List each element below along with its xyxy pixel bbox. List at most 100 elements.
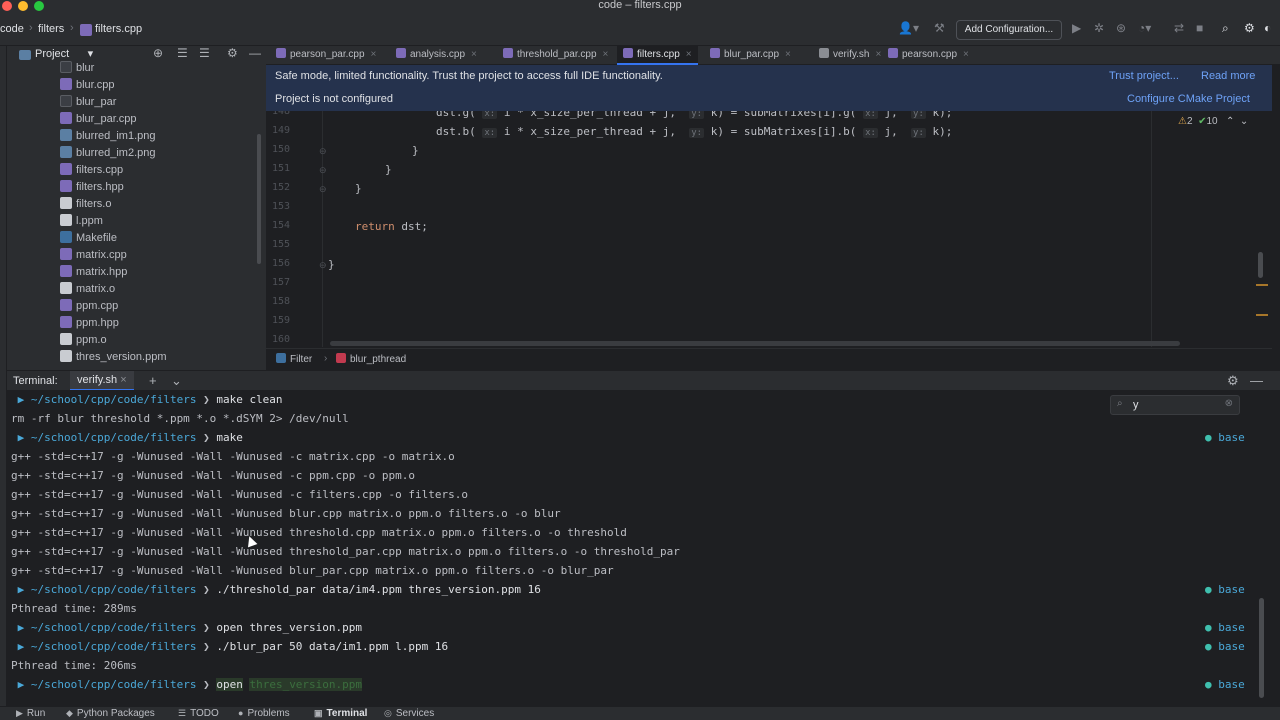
editor-vertical-scrollbar[interactable] xyxy=(1258,252,1263,278)
tool-window-icon: ◆ xyxy=(66,708,73,718)
error-stripe-marker[interactable] xyxy=(1256,314,1268,316)
fold-marker-icon[interactable]: ⊖ xyxy=(319,184,327,195)
close-tab-icon[interactable]: × xyxy=(371,49,377,60)
gear-icon[interactable]: ⚙ xyxy=(1227,373,1239,389)
file-tree-item[interactable]: filters.cpp xyxy=(60,163,123,180)
fold-marker-icon[interactable]: ⊖ xyxy=(319,260,327,271)
search-icon[interactable]: ⌕ xyxy=(1222,21,1229,36)
configure-cmake-link[interactable]: Configure CMake Project xyxy=(1127,93,1250,105)
breadcrumb-folder[interactable]: filters xyxy=(38,23,64,35)
add-configuration-button[interactable]: Add Configuration... xyxy=(956,20,1062,40)
tool-window-services[interactable]: ◎ Services xyxy=(384,708,434,719)
tool-window-todo[interactable]: ☰ TODO xyxy=(178,708,219,719)
file-tree-item[interactable]: matrix.o xyxy=(60,282,115,299)
structure-crumb-class[interactable]: Filter xyxy=(276,353,312,365)
assistant-icon[interactable]: ◐ xyxy=(1264,21,1271,35)
terminal-output-line: g++ -std=c++17 -g -Wunused -Wall -Wunuse… xyxy=(11,469,415,482)
file-tree-item[interactable]: blur.cpp xyxy=(60,78,115,95)
terminal-output-line: g++ -std=c++17 -g -Wunused -Wall -Wunuse… xyxy=(11,564,614,577)
debug-icon[interactable]: ✲ xyxy=(1094,21,1104,35)
file-tree-item[interactable]: thres_version.ppm xyxy=(60,350,167,367)
tool-window-run[interactable]: ▶ Run xyxy=(16,708,45,719)
editor-tab[interactable]: blur_par.cpp × xyxy=(704,46,797,65)
file-tree-item[interactable]: ppm.cpp xyxy=(60,299,118,316)
new-tab-icon[interactable]: + xyxy=(149,373,157,388)
file-tree-item[interactable]: filters.hpp xyxy=(60,180,124,197)
close-tab-icon[interactable]: × xyxy=(876,49,882,60)
editor-tab[interactable]: pearson_par.cpp × xyxy=(270,46,382,65)
file-tree-item[interactable]: blur_par.cpp xyxy=(60,112,137,129)
close-tab-icon[interactable]: × xyxy=(603,49,609,60)
close-tab-icon[interactable]: × xyxy=(785,49,791,60)
close-tab-icon[interactable]: × xyxy=(471,49,477,60)
gear-icon[interactable]: ⚙ xyxy=(1244,21,1255,35)
editor-tab[interactable]: pearson.cpp × xyxy=(882,46,975,65)
attach-icon[interactable]: ⇄ xyxy=(1174,21,1184,35)
close-tab-icon[interactable]: × xyxy=(963,49,969,60)
cpp-file-icon xyxy=(60,248,72,260)
terminal-output[interactable]: ▶ ~/school/cpp/code/filters ❯ make clean… xyxy=(7,390,1280,706)
code-editor[interactable]: 148 dst.g( x: i * x_size_per_thread + j, … xyxy=(266,111,1272,347)
stop-icon[interactable]: ■ xyxy=(1196,21,1203,35)
conda-env-badge: ● base xyxy=(1205,678,1245,691)
editor-tab[interactable]: threshold_par.cpp × xyxy=(497,46,614,65)
profile-icon[interactable]: ◔▾ xyxy=(1138,21,1151,35)
terminal-scrollbar[interactable] xyxy=(1259,598,1264,698)
tree-scrollbar[interactable] xyxy=(257,134,261,264)
hammer-icon[interactable]: ⚒ xyxy=(934,21,945,35)
error-stripe-marker[interactable] xyxy=(1256,284,1268,286)
close-search-icon[interactable]: ⊗ xyxy=(1225,398,1233,409)
trust-project-link[interactable]: Trust project... xyxy=(1109,70,1179,82)
inspection-widget[interactable]: ⚠2 ✔10 ⌃ ⌄ xyxy=(1178,116,1248,127)
file-tree-item[interactable]: Makefile xyxy=(60,231,117,248)
chevron-down-icon[interactable]: ⌄ xyxy=(171,373,182,389)
gear-icon[interactable]: ⚙ xyxy=(227,46,238,60)
warning-icon: ⚠ xyxy=(1178,116,1187,127)
file-tree-item[interactable]: matrix.cpp xyxy=(60,248,127,265)
file-tree-item[interactable]: blurred_im2.png xyxy=(60,146,156,163)
file-tree-item[interactable]: ppm.o xyxy=(60,333,107,350)
locate-icon[interactable]: ⊕ xyxy=(153,46,163,60)
user-icon[interactable]: 👤▾ xyxy=(898,21,919,35)
file-tree-item[interactable]: blur xyxy=(60,61,94,78)
hide-panel-icon[interactable]: — xyxy=(1250,373,1263,388)
tool-window-problems[interactable]: ● Problems xyxy=(238,708,290,719)
editor-tab[interactable]: verify.sh × xyxy=(813,46,887,65)
fold-marker-icon[interactable]: ⊖ xyxy=(319,146,327,157)
project-view-selector[interactable]: Project ▾ xyxy=(35,47,93,60)
structure-crumb-function[interactable]: blur_pthread xyxy=(336,353,406,365)
terminal-search-field[interactable]: ⌕ y ⊗ xyxy=(1110,395,1240,415)
chevron-down-icon[interactable]: ⌄ xyxy=(1240,116,1248,127)
tab-label: analysis.cpp xyxy=(410,49,466,60)
coverage-icon[interactable]: ⊛ xyxy=(1116,21,1126,35)
tool-window-python-packages[interactable]: ◆ Python Packages xyxy=(66,708,155,719)
file-tree-item[interactable]: ppm.hpp xyxy=(60,316,119,333)
file-tree-item[interactable]: filters.o xyxy=(60,197,111,214)
tool-window-terminal[interactable]: ▣ Terminal xyxy=(314,708,367,719)
chevron-up-icon[interactable]: ⌃ xyxy=(1226,116,1234,127)
breadcrumb-file[interactable]: filters.cpp xyxy=(95,23,142,35)
run-icon[interactable]: ▶ xyxy=(1072,21,1081,35)
bin-file-icon xyxy=(60,61,72,73)
expand-all-icon[interactable]: ☰ xyxy=(177,46,188,60)
file-tree-item[interactable]: blur_par xyxy=(60,95,116,112)
fold-marker-icon[interactable]: ⊖ xyxy=(319,165,327,176)
tool-window-icon: ▣ xyxy=(314,708,323,718)
terminal-tab-verify[interactable]: verify.sh × xyxy=(70,371,134,391)
hide-panel-icon[interactable]: — xyxy=(249,46,261,60)
file-tree-item[interactable]: blurred_im1.png xyxy=(60,129,156,146)
read-more-link[interactable]: Read more xyxy=(1201,70,1255,82)
file-name: blur_par xyxy=(76,96,117,108)
file-tree-item[interactable]: l.ppm xyxy=(60,214,103,231)
file-file-icon xyxy=(60,350,72,362)
close-tab-icon[interactable]: × xyxy=(686,49,692,60)
editor-horizontal-scrollbar[interactable] xyxy=(330,341,1180,346)
editor-tab[interactable]: analysis.cpp × xyxy=(390,46,483,65)
collapse-all-icon[interactable]: ☰ xyxy=(199,46,210,60)
file-name: filters.hpp xyxy=(76,181,124,193)
file-tree-item[interactable]: matrix.hpp xyxy=(60,265,127,282)
editor-tab[interactable]: filters.cpp × xyxy=(617,46,698,65)
editor-tabs: pearson_par.cpp × analysis.cpp × threshold_p… xyxy=(266,46,1280,65)
breadcrumb-root[interactable]: code xyxy=(0,23,24,35)
code-line: } xyxy=(355,182,362,195)
